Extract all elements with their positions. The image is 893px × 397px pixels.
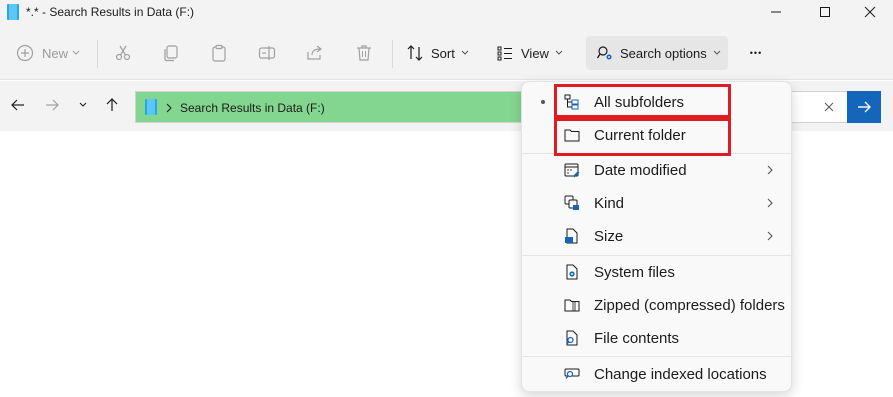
menu-item-label: All subfolders bbox=[594, 94, 685, 111]
folder-icon bbox=[564, 127, 580, 143]
chevron-down-icon bbox=[79, 102, 87, 107]
arrow-right-icon bbox=[858, 101, 871, 113]
menu-item-all-subfolders[interactable]: All subfolders bbox=[522, 86, 793, 118]
menu-item-kind[interactable]: Kind bbox=[522, 187, 793, 219]
chevron-down-icon bbox=[461, 50, 469, 56]
menu-item-label: Size bbox=[594, 228, 624, 245]
menu-item-label: Change indexed locations bbox=[594, 366, 767, 383]
forward-button[interactable] bbox=[42, 95, 62, 115]
search-results-icon bbox=[7, 4, 19, 20]
address-bar[interactable]: Search Results in Data (F:) bbox=[135, 91, 535, 123]
sort-label: Sort bbox=[431, 45, 455, 61]
toolbar-divider bbox=[97, 40, 98, 68]
menu-item-current-folder[interactable]: Current folder bbox=[522, 119, 793, 151]
view-button[interactable]: View bbox=[496, 36, 563, 70]
arrow-up-icon bbox=[106, 98, 118, 111]
file-search-icon bbox=[564, 330, 580, 346]
search-results-icon bbox=[145, 99, 157, 115]
chevron-right-icon bbox=[765, 164, 775, 176]
paste-button[interactable] bbox=[210, 36, 228, 70]
breadcrumb-current[interactable]: Search Results in Data (F:) bbox=[180, 101, 325, 115]
rename-button[interactable] bbox=[258, 36, 276, 70]
menu-item-label: Zipped (compressed) folders bbox=[594, 297, 785, 314]
indexed-locations-icon bbox=[564, 366, 580, 382]
search-go-button[interactable] bbox=[847, 91, 881, 123]
share-icon bbox=[306, 44, 324, 62]
selected-bullet-icon bbox=[541, 100, 545, 104]
recent-locations-button[interactable] bbox=[73, 95, 93, 115]
chevron-right-icon bbox=[765, 230, 775, 242]
minimize-button[interactable] bbox=[753, 0, 799, 24]
delete-button[interactable] bbox=[355, 36, 373, 70]
clipboard-icon bbox=[210, 44, 228, 62]
search-options-icon bbox=[596, 44, 614, 62]
menu-item-zipped-folders[interactable]: Zipped (compressed) folders bbox=[522, 289, 793, 321]
view-label: View bbox=[521, 45, 549, 61]
chevron-right-icon bbox=[765, 197, 775, 209]
menu-item-label: System files bbox=[594, 264, 675, 281]
title-bar: *.* - Search Results in Data (F:) bbox=[0, 0, 893, 24]
menu-item-size[interactable]: Size bbox=[522, 220, 793, 252]
sort-button[interactable]: Sort bbox=[406, 36, 469, 70]
search-options-button[interactable]: Search options bbox=[586, 36, 728, 70]
arrow-left-icon bbox=[11, 99, 24, 111]
close-window-button[interactable] bbox=[847, 0, 893, 24]
menu-item-change-indexed-locations[interactable]: Change indexed locations bbox=[522, 358, 793, 390]
menu-item-label: Kind bbox=[594, 195, 625, 212]
kind-icon bbox=[564, 195, 580, 211]
chevron-down-icon bbox=[72, 50, 80, 56]
cut-button[interactable] bbox=[114, 36, 132, 70]
trash-icon bbox=[355, 44, 373, 62]
size-icon bbox=[564, 228, 580, 244]
search-options-menu: All subfolders Current folder Date modif… bbox=[521, 81, 793, 392]
arrow-right-icon bbox=[46, 99, 59, 111]
breadcrumb-chevron-icon bbox=[166, 103, 172, 113]
menu-item-label: File contents bbox=[594, 330, 680, 347]
copy-icon bbox=[162, 44, 180, 62]
scissors-icon bbox=[114, 44, 132, 62]
clear-search-icon[interactable] bbox=[824, 102, 834, 112]
more-dots-icon: ••• bbox=[749, 48, 763, 58]
window-title: *.* - Search Results in Data (F:) bbox=[26, 5, 195, 19]
view-list-icon bbox=[496, 44, 514, 62]
search-options-label: Search options bbox=[620, 45, 707, 61]
maximize-button[interactable] bbox=[802, 0, 848, 24]
command-bar: New Sort View Search options ••• bbox=[0, 24, 893, 80]
back-button[interactable] bbox=[8, 95, 28, 115]
up-button[interactable] bbox=[102, 95, 122, 115]
menu-item-file-contents[interactable]: File contents bbox=[522, 322, 793, 354]
menu-item-system-files[interactable]: System files bbox=[522, 256, 793, 288]
chevron-down-icon bbox=[555, 50, 563, 56]
copy-button[interactable] bbox=[162, 36, 180, 70]
zip-folder-icon bbox=[564, 297, 580, 313]
new-label: New bbox=[42, 45, 69, 61]
new-icon bbox=[16, 44, 34, 62]
toolbar-divider bbox=[392, 40, 393, 68]
chevron-down-icon bbox=[713, 50, 721, 56]
sort-icon bbox=[406, 44, 424, 62]
rename-icon bbox=[258, 44, 276, 62]
share-button[interactable] bbox=[306, 36, 324, 70]
system-file-icon bbox=[564, 264, 580, 280]
new-button[interactable]: New bbox=[16, 36, 80, 70]
subfolders-icon bbox=[564, 94, 580, 110]
menu-item-label: Current folder bbox=[594, 127, 686, 144]
menu-divider bbox=[522, 356, 793, 357]
menu-item-date-modified[interactable]: Date modified bbox=[522, 154, 793, 186]
search-input[interactable] bbox=[790, 91, 847, 123]
see-more-button[interactable]: ••• bbox=[746, 36, 766, 70]
calendar-edit-icon bbox=[564, 162, 580, 178]
menu-item-label: Date modified bbox=[594, 162, 687, 179]
